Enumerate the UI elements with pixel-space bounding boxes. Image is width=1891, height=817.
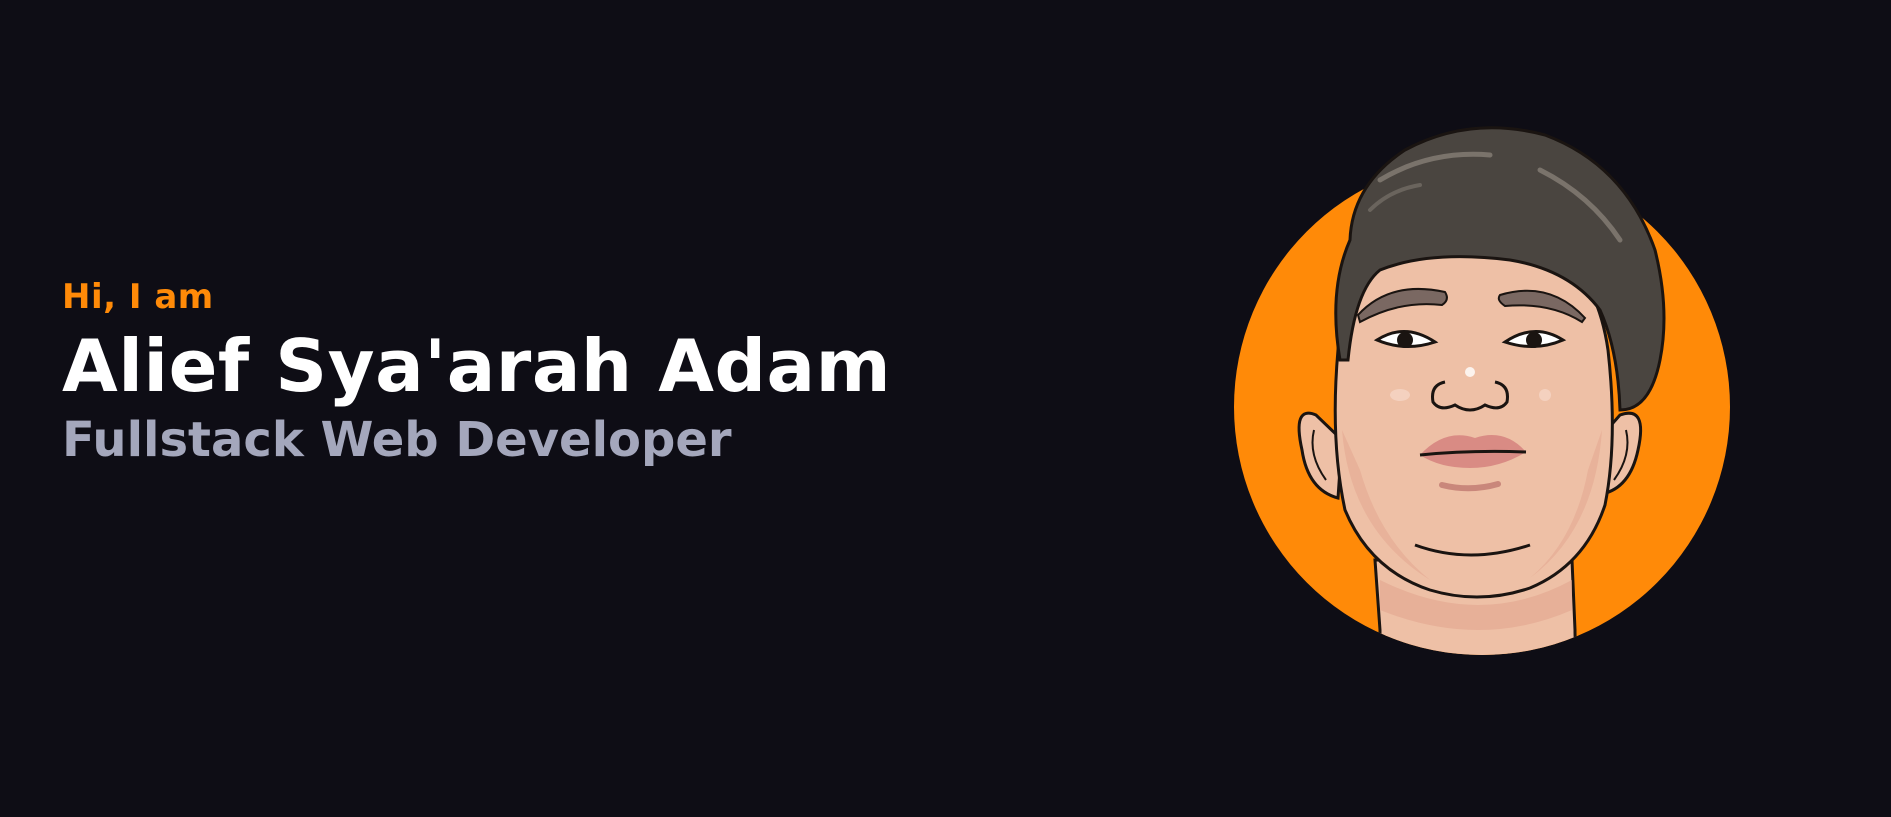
avatar <box>1230 110 1730 670</box>
hero-section: Hi, I am Alief Sya'arah Adam Fullstack W… <box>0 0 1891 817</box>
developer-role: Fullstack Web Developer <box>62 411 732 468</box>
greeting-text: Hi, I am <box>62 277 214 317</box>
cartoon-portrait-icon <box>1234 126 1730 655</box>
hero-intro: Hi, I am Alief Sya'arah Adam Fullstack W… <box>62 280 962 467</box>
developer-name: Alief Sya'arah Adam <box>62 324 892 408</box>
